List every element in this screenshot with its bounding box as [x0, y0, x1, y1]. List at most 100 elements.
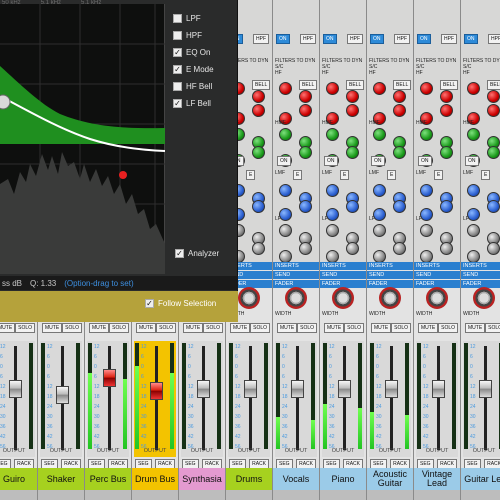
- channel-name[interactable]: Piano: [320, 468, 366, 490]
- eq-knob[interactable]: [373, 224, 386, 237]
- eq-knob[interactable]: [252, 200, 265, 213]
- eq-knob[interactable]: [252, 146, 265, 159]
- pan-knob[interactable]: [473, 287, 495, 309]
- eq-knob[interactable]: [373, 128, 386, 141]
- eq-knob[interactable]: [467, 82, 480, 95]
- eq-knob[interactable]: [299, 90, 312, 103]
- eq-knob[interactable]: [279, 184, 292, 197]
- send-header[interactable]: SEND: [320, 271, 366, 279]
- eq-knob[interactable]: [326, 224, 339, 237]
- e-mode-button[interactable]: E: [340, 170, 350, 180]
- send-header[interactable]: SEND: [414, 271, 460, 279]
- eq-knob[interactable]: [373, 184, 386, 197]
- bell-button[interactable]: BELL: [299, 80, 318, 90]
- option-e-mode[interactable]: ✓ E Mode: [170, 61, 238, 77]
- follow-selection-toggle[interactable]: ✓ Follow Selection: [142, 299, 216, 308]
- mute-button[interactable]: MUTE: [324, 323, 345, 333]
- eq-knob[interactable]: [279, 128, 292, 141]
- solo-button[interactable]: SOLO: [391, 323, 412, 333]
- eq-knob[interactable]: [346, 242, 359, 255]
- eq-knob[interactable]: [326, 82, 339, 95]
- eq-knob[interactable]: [252, 242, 265, 255]
- eq-knob[interactable]: [420, 208, 433, 221]
- channel-name[interactable]: Drums: [226, 468, 272, 490]
- eq-knob[interactable]: [279, 224, 292, 237]
- send-header[interactable]: SEND: [461, 271, 500, 279]
- eq-knob[interactable]: [440, 146, 453, 159]
- solo-button[interactable]: SOLO: [297, 323, 318, 333]
- option-lf-bell[interactable]: ✓ LF Bell: [170, 95, 238, 111]
- checkbox-follow-selection[interactable]: ✓: [145, 299, 154, 308]
- mute-button[interactable]: MUTE: [42, 323, 63, 333]
- channel-name[interactable]: Vintage Lead: [414, 468, 460, 490]
- channel-name[interactable]: Shaker: [38, 468, 84, 490]
- solo-button[interactable]: SOLO: [438, 323, 459, 333]
- option-lpf[interactable]: LPF: [170, 10, 238, 26]
- bell-button[interactable]: BELL: [252, 80, 271, 90]
- eq-knob[interactable]: [420, 128, 433, 141]
- solo-button[interactable]: SOLO: [344, 323, 365, 333]
- eq-knob[interactable]: [467, 224, 480, 237]
- eq-knob[interactable]: [373, 208, 386, 221]
- mute-button[interactable]: MUTE: [183, 323, 204, 333]
- eq-knob[interactable]: [346, 90, 359, 103]
- checkbox-hpf[interactable]: [173, 30, 182, 40]
- eq-knob[interactable]: [487, 242, 500, 255]
- eq-knob[interactable]: [373, 82, 386, 95]
- output-label[interactable]: OUTPUT: [179, 448, 225, 454]
- output-label[interactable]: OUTPUT: [461, 448, 500, 454]
- eq-knob[interactable]: [326, 184, 339, 197]
- eq-knob[interactable]: [279, 82, 292, 95]
- hpf-button[interactable]: HPF: [347, 34, 363, 44]
- mute-button[interactable]: MUTE: [277, 323, 298, 333]
- e-mode-button[interactable]: E: [434, 170, 444, 180]
- mute-button[interactable]: MUTE: [371, 323, 392, 333]
- solo-button[interactable]: SOLO: [156, 323, 177, 333]
- eq-knob[interactable]: [393, 104, 406, 117]
- fader-handle[interactable]: [103, 368, 116, 387]
- channel-name[interactable]: Vocals: [273, 468, 319, 490]
- e-mode-button[interactable]: E: [246, 170, 256, 180]
- output-label[interactable]: OUTPUT: [273, 448, 319, 454]
- bell-button[interactable]: BELL: [346, 80, 365, 90]
- eq-on-button[interactable]: ON: [277, 156, 291, 166]
- inserts-header[interactable]: INSERTS: [414, 262, 460, 270]
- eq-knob[interactable]: [299, 242, 312, 255]
- eq-knob[interactable]: [440, 104, 453, 117]
- eq-knob[interactable]: [440, 90, 453, 103]
- eq-on-button[interactable]: ON: [324, 156, 338, 166]
- output-label[interactable]: OUTPUT: [132, 448, 178, 454]
- send-header[interactable]: SEND: [273, 271, 319, 279]
- output-label[interactable]: OUTPUT: [0, 448, 37, 454]
- fader-handle[interactable]: [479, 380, 492, 399]
- channel-name[interactable]: Acoustic Guitar: [367, 468, 413, 490]
- analyzer-toggle[interactable]: ✓ Analyzer: [172, 249, 219, 258]
- solo-button[interactable]: SOLO: [250, 323, 271, 333]
- option-hpf[interactable]: HPF: [170, 27, 238, 43]
- eq-knob[interactable]: [299, 104, 312, 117]
- mute-button[interactable]: MUTE: [418, 323, 439, 333]
- eq-graph[interactable]: [0, 4, 165, 274]
- hpf-button[interactable]: HPF: [300, 34, 316, 44]
- channel-name[interactable]: Perc Bus: [85, 468, 131, 490]
- fader-handle[interactable]: [197, 380, 210, 399]
- output-label[interactable]: OUTPUT: [414, 448, 460, 454]
- eq-knob[interactable]: [487, 200, 500, 213]
- solo-button[interactable]: SOLO: [109, 323, 130, 333]
- hpf-on-button[interactable]: ON: [276, 34, 290, 44]
- channel-name[interactable]: Guiro: [0, 468, 37, 490]
- pan-knob[interactable]: [332, 287, 354, 309]
- fader-handle[interactable]: [244, 380, 257, 399]
- pan-knob[interactable]: [285, 287, 307, 309]
- checkbox-eq-on[interactable]: ✓: [173, 47, 182, 57]
- eq-knob[interactable]: [440, 200, 453, 213]
- eq-knob[interactable]: [393, 90, 406, 103]
- eq-knob[interactable]: [487, 146, 500, 159]
- hpf-button[interactable]: HPF: [253, 34, 269, 44]
- hpf-on-button[interactable]: ON: [417, 34, 431, 44]
- option-hf-bell[interactable]: HF Bell: [170, 78, 238, 94]
- checkbox-e-mode[interactable]: ✓: [173, 64, 182, 74]
- mute-button[interactable]: MUTE: [230, 323, 251, 333]
- output-label[interactable]: OUTPUT: [38, 448, 84, 454]
- eq-knob[interactable]: [393, 146, 406, 159]
